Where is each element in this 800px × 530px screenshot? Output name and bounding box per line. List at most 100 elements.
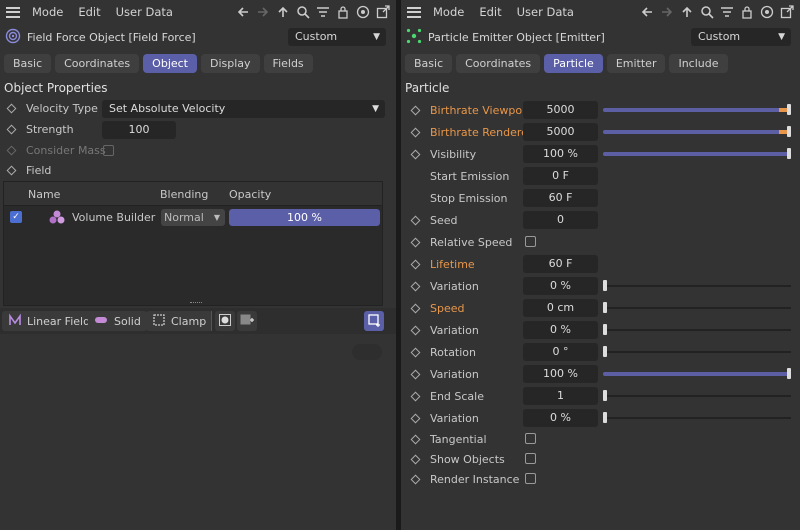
keyframe-diamond-icon[interactable] [410, 281, 421, 292]
variation-slider[interactable] [603, 285, 791, 287]
filter-icon[interactable] [314, 3, 332, 21]
keyframe-diamond-icon[interactable] [410, 237, 421, 248]
keyframe-diamond-icon[interactable] [410, 105, 421, 116]
blending-dropdown[interactable]: Normal ▼ [161, 209, 225, 226]
menu-mode[interactable]: Mode [433, 5, 464, 19]
keyframe-diamond-icon[interactable] [410, 215, 421, 226]
keyframe-diamond-icon[interactable] [410, 474, 421, 485]
start-emission-field[interactable]: 0 F [523, 167, 598, 185]
keyframe-diamond-icon[interactable] [410, 454, 421, 465]
variation-slider-knob[interactable] [603, 412, 607, 423]
expand-button[interactable] [364, 311, 384, 331]
keyframe-diamond-icon[interactable] [410, 369, 421, 380]
speed-field[interactable]: 0 cm [523, 299, 598, 317]
lock-icon[interactable] [334, 3, 352, 21]
keyframe-diamond-icon[interactable] [6, 103, 17, 114]
column-header-opacity[interactable]: Opacity [229, 188, 271, 201]
tab-coordinates[interactable]: Coordinates [456, 53, 541, 73]
preset-dropdown[interactable]: Custom ▼ [288, 28, 386, 46]
end-scale-field[interactable]: 1 [523, 387, 598, 405]
end-scale-slider-knob[interactable] [603, 390, 607, 401]
birthrate-renderer-field[interactable]: 5000 [523, 123, 598, 141]
speed-slider-knob[interactable] [603, 302, 607, 313]
keyframe-diamond-icon[interactable] [410, 347, 421, 358]
keyframe-diamond-icon[interactable] [410, 413, 421, 424]
clamp-button[interactable]: Clamp [146, 311, 213, 331]
tab-emitter[interactable]: Emitter [606, 53, 666, 73]
tab-display[interactable]: Display [201, 53, 260, 73]
menu-user-data[interactable]: User Data [116, 5, 173, 19]
back-arrow-icon[interactable] [234, 3, 252, 21]
menu-edit[interactable]: Edit [78, 5, 100, 19]
tab-particle[interactable]: Particle [544, 53, 603, 73]
keyframe-diamond-icon[interactable] [410, 391, 421, 402]
birthrate-renderer-slider-knob[interactable] [787, 126, 791, 137]
visibility-field[interactable]: 100 % [523, 145, 598, 163]
birthrate-viewport-field[interactable]: 5000 [523, 101, 598, 119]
consider-mass-checkbox[interactable] [103, 145, 114, 156]
variation-slider[interactable] [603, 417, 791, 419]
preset-dropdown[interactable]: Custom ▼ [691, 28, 791, 46]
keyframe-diamond-icon[interactable] [6, 124, 17, 135]
relative-speed-checkbox[interactable] [525, 236, 536, 247]
keyframe-diamond-icon[interactable] [410, 149, 421, 160]
tab-fields[interactable]: Fields [263, 53, 313, 73]
menu-mode[interactable]: Mode [32, 5, 63, 19]
variation-slider-knob[interactable] [603, 280, 607, 291]
new-window-icon[interactable] [778, 3, 796, 21]
show-objects-checkbox[interactable] [525, 453, 536, 464]
strength-field[interactable]: 100 [102, 121, 176, 139]
resize-handle[interactable] [190, 302, 202, 304]
keyframe-diamond-icon[interactable] [410, 325, 421, 336]
target-icon[interactable] [354, 3, 372, 21]
toggle-pill[interactable] [352, 344, 382, 360]
keyframe-diamond-icon[interactable] [410, 127, 421, 138]
rotation-field[interactable]: 0 ° [523, 343, 598, 361]
search-icon[interactable] [294, 3, 312, 21]
variation-slider[interactable] [603, 329, 791, 331]
forward-arrow-icon[interactable] [658, 3, 676, 21]
velocity-type-dropdown[interactable]: Set Absolute Velocity ▼ [102, 100, 385, 118]
rotation-slider-knob[interactable] [603, 346, 607, 357]
visibility-slider-knob[interactable] [787, 148, 791, 159]
tangential-checkbox[interactable] [525, 433, 536, 444]
lock-icon[interactable] [738, 3, 756, 21]
variation-field[interactable]: 0 % [523, 321, 598, 339]
keyframe-diamond-icon[interactable] [6, 165, 17, 176]
tab-basic[interactable]: Basic [4, 53, 52, 73]
record-button[interactable] [215, 311, 235, 331]
end-scale-slider[interactable] [603, 395, 791, 397]
tab-object[interactable]: Object [143, 53, 197, 73]
solid-button[interactable]: Solid [88, 311, 147, 331]
hamburger-icon[interactable] [6, 6, 20, 18]
tab-coordinates[interactable]: Coordinates [55, 53, 140, 73]
keyframe-diamond-icon[interactable] [410, 434, 421, 445]
render-instance-checkbox[interactable] [525, 473, 536, 484]
menu-edit[interactable]: Edit [479, 5, 501, 19]
variation-field[interactable]: 0 % [523, 277, 598, 295]
filter-icon[interactable] [718, 3, 736, 21]
keyframe-diamond-icon[interactable] [410, 303, 421, 314]
tab-include[interactable]: Include [669, 53, 728, 73]
variation-field[interactable]: 0 % [523, 409, 598, 427]
lifetime-field[interactable]: 60 F [523, 255, 598, 273]
up-arrow-icon[interactable] [678, 3, 696, 21]
opacity-slider[interactable]: 100 % [229, 209, 380, 226]
variation-field[interactable]: 100 % [523, 365, 598, 383]
menu-user-data[interactable]: User Data [517, 5, 574, 19]
stop-emission-field[interactable]: 60 F [523, 189, 598, 207]
variation-slider-knob[interactable] [787, 368, 791, 379]
column-header-name[interactable]: Name [28, 188, 60, 201]
add-layer-button[interactable] [237, 311, 257, 331]
variation-slider-knob[interactable] [603, 324, 607, 335]
new-window-icon[interactable] [374, 3, 392, 21]
birthrate-viewport-slider-knob[interactable] [787, 104, 791, 115]
table-row[interactable]: ✓ Volume Builder Normal ▼ 100 % [4, 206, 382, 228]
speed-slider[interactable] [603, 307, 791, 309]
up-arrow-icon[interactable] [274, 3, 292, 21]
column-header-blending[interactable]: Blending [160, 188, 208, 201]
tab-basic[interactable]: Basic [405, 53, 453, 73]
search-icon[interactable] [698, 3, 716, 21]
target-icon[interactable] [758, 3, 776, 21]
keyframe-diamond-icon[interactable] [6, 145, 17, 156]
